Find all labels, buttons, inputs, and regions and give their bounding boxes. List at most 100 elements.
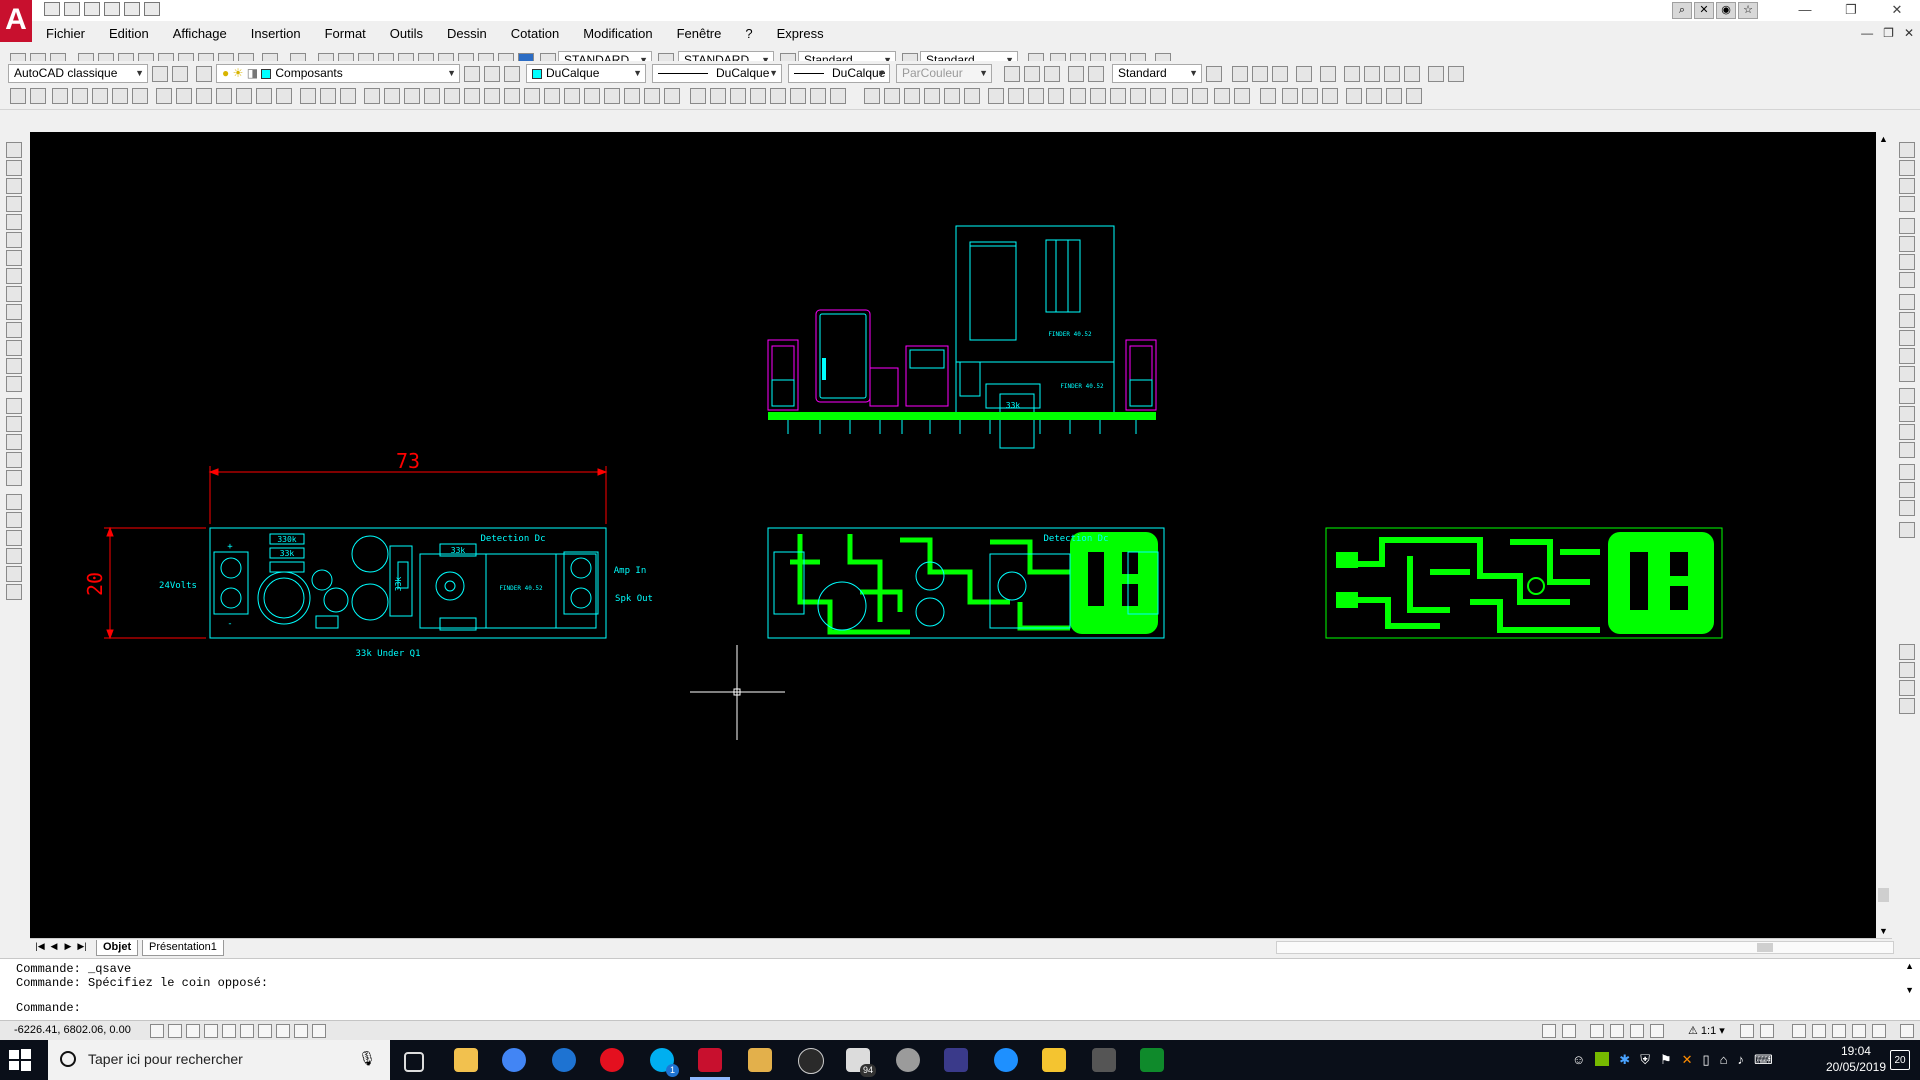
shade-icon[interactable] [1404, 66, 1420, 82]
drawing-canvas[interactable]: FINDER 40.52 FINDER 40.52 33k 73 20 Dete… [30, 132, 1876, 938]
network-icon[interactable]: ⌂ [1720, 1052, 1728, 1068]
attribute-icon[interactable] [1282, 88, 1298, 104]
menu-dessin[interactable]: Dessin [435, 24, 499, 44]
layer-lock-icon[interactable] [988, 88, 1004, 104]
continue-dim-icon[interactable] [1899, 330, 1915, 346]
lineweight-select[interactable]: DuCalque ▼ [788, 64, 890, 83]
redo-icon[interactable] [144, 2, 160, 16]
node-snap-icon[interactable] [276, 88, 292, 104]
restore-button[interactable]: ❐ [1828, 0, 1874, 21]
menu-outils[interactable]: Outils [378, 24, 435, 44]
prev-tab-icon[interactable]: ◀ [48, 941, 60, 952]
hatch-icon[interactable] [6, 398, 22, 414]
quick-dim-icon[interactable] [1899, 294, 1915, 310]
ship-app-icon[interactable] [944, 1048, 968, 1072]
insert-block-icon[interactable] [6, 340, 22, 356]
flag-icon[interactable]: ⚑ [1660, 1052, 1672, 1068]
dim-space-icon[interactable] [1899, 348, 1915, 364]
browser-e-icon[interactable] [994, 1048, 1018, 1072]
save-icon[interactable] [84, 2, 100, 16]
file-explorer-icon[interactable] [454, 1048, 478, 1072]
rotate-icon[interactable] [484, 88, 500, 104]
lock-toolbar-icon[interactable] [1812, 1024, 1826, 1038]
notifications-icon[interactable]: 20 [1890, 1050, 1910, 1070]
layer-match-icon[interactable] [864, 88, 880, 104]
layer-isolate-icon[interactable] [904, 88, 920, 104]
steering-wheel-icon[interactable] [1630, 1024, 1644, 1038]
sun-properties-icon[interactable] [1344, 66, 1360, 82]
dim-style-icon[interactable] [1899, 522, 1915, 538]
doc-close-icon[interactable]: ✕ [1904, 26, 1914, 40]
lightning-icon[interactable] [1322, 88, 1338, 104]
center-snap-icon[interactable] [156, 88, 172, 104]
modify-icon-4[interactable] [1899, 698, 1915, 714]
first-tab-icon[interactable]: |◀ [34, 941, 46, 952]
hardware-accel-icon[interactable] [1832, 1024, 1846, 1038]
dim-edit-icon[interactable] [1899, 464, 1915, 480]
vertical-scrollbar[interactable]: ▲ ▼ [1876, 132, 1892, 938]
keyboard-icon[interactable]: ⌨ [1754, 1052, 1773, 1068]
none-snap-icon[interactable] [320, 88, 336, 104]
windows-start-icon[interactable] [8, 1048, 32, 1072]
print-icon[interactable] [104, 2, 120, 16]
leader-align-icon[interactable] [1068, 66, 1084, 82]
command-scroll-up-icon[interactable]: ▲ [1905, 961, 1914, 971]
new-icon[interactable] [44, 2, 60, 16]
match-icon[interactable] [1206, 66, 1222, 82]
edit-attribute-icon[interactable] [1302, 88, 1318, 104]
menu-modification[interactable]: Modification [571, 24, 664, 44]
text-convert-icon[interactable] [830, 88, 846, 104]
spline-icon[interactable] [6, 286, 22, 302]
volume-icon[interactable]: ♪ [1738, 1052, 1745, 1068]
line-icon[interactable] [6, 142, 22, 158]
zoom-window2-icon[interactable] [1070, 88, 1086, 104]
search-placeholder[interactable]: Taper ici pour rechercher [88, 1051, 243, 1067]
dimension-icon[interactable] [1346, 88, 1362, 104]
draworder-front-icon[interactable] [6, 494, 22, 510]
walk-icon[interactable] [1320, 66, 1336, 82]
layer-properties-icon[interactable] [196, 66, 212, 82]
insert-snap-icon[interactable] [256, 88, 272, 104]
multileader-style-select[interactable]: Standard ▼ [1112, 64, 1202, 83]
ordinate-dim-icon[interactable] [1899, 196, 1915, 212]
tolerance-icon[interactable] [1899, 388, 1915, 404]
menu-express[interactable]: Express [765, 24, 836, 44]
point-icon[interactable] [6, 376, 22, 392]
explode-icon[interactable] [664, 88, 680, 104]
dim-text-edit-icon[interactable] [1899, 482, 1915, 498]
rectangle-icon[interactable] [6, 214, 22, 230]
text-front-icon[interactable] [6, 566, 22, 582]
zoom-out-icon[interactable] [1192, 88, 1208, 104]
visual-style-icon[interactable] [1384, 66, 1400, 82]
feather-icon[interactable] [798, 1048, 824, 1074]
isolate-objects-icon[interactable] [1852, 1024, 1866, 1038]
revision-cloud-icon[interactable] [6, 268, 22, 284]
menu-insertion[interactable]: Insertion [239, 24, 313, 44]
materials-icon[interactable] [1252, 66, 1268, 82]
star-icon[interactable]: ☆ [1738, 2, 1758, 19]
user-icon[interactable]: ◉ [1716, 2, 1736, 19]
intersection-snap-icon[interactable] [92, 88, 108, 104]
doc-restore-icon[interactable]: ❐ [1883, 26, 1894, 40]
command-scroll-down-icon[interactable]: ▼ [1905, 985, 1914, 995]
bluetooth-icon[interactable]: ✱ [1619, 1052, 1630, 1068]
microphone-icon[interactable]: 🎙 [358, 1050, 376, 1067]
hatch-back-icon[interactable] [6, 584, 22, 600]
layer-states-icon[interactable] [504, 66, 520, 82]
workspace-save-icon[interactable] [172, 66, 188, 82]
undo-icon[interactable] [124, 2, 140, 16]
tangent-snap-icon[interactable] [196, 88, 212, 104]
exchange-icon[interactable]: ✕ [1694, 2, 1714, 19]
minimize-button[interactable]: — [1782, 0, 1828, 21]
menu-cotation[interactable]: Cotation [499, 24, 571, 44]
layer-off-icon[interactable] [964, 88, 980, 104]
perpendicular-snap-icon[interactable] [216, 88, 232, 104]
viewport-icon[interactable] [1428, 66, 1444, 82]
nearest-snap-icon[interactable] [300, 88, 316, 104]
polyline-icon[interactable] [6, 178, 22, 194]
scroll-down-icon[interactable]: ▼ [1879, 926, 1888, 936]
last-tab-icon[interactable]: ▶| [76, 941, 88, 952]
dimension-style-icon[interactable] [1406, 88, 1422, 104]
search-icon[interactable]: ⌕ [1672, 2, 1692, 19]
region-icon[interactable] [6, 434, 22, 450]
